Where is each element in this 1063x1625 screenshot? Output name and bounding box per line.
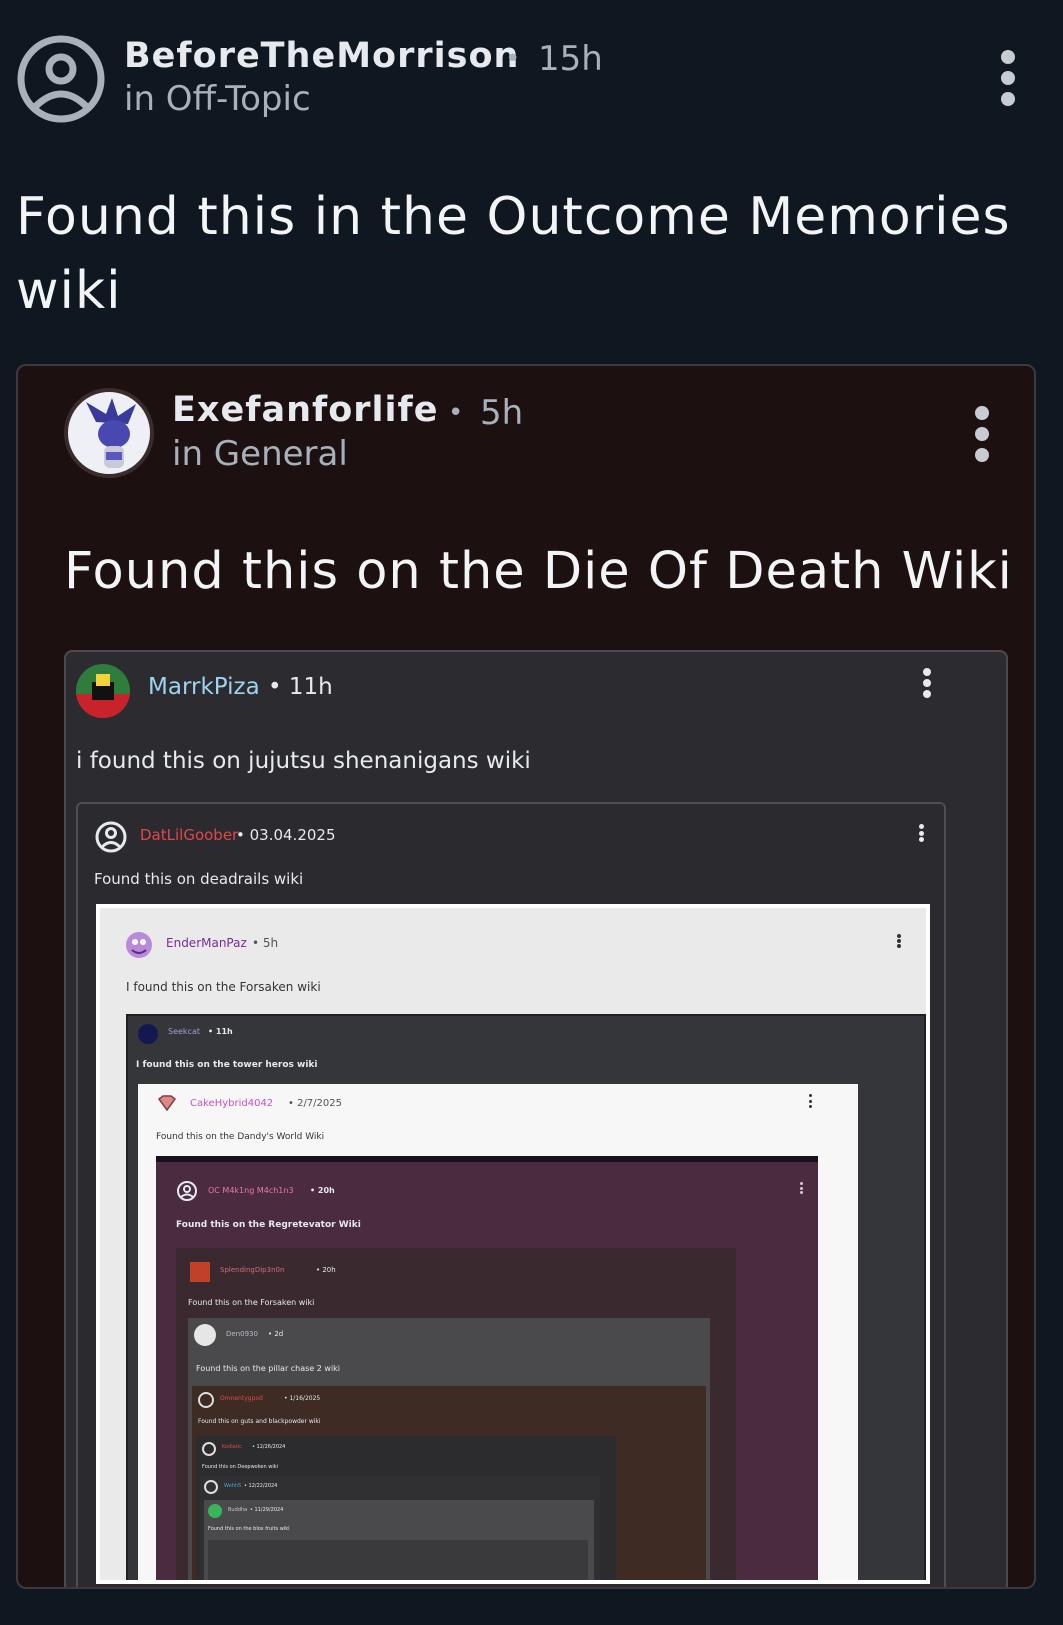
embed-meta: • 5h — [252, 936, 279, 950]
embed-meta: • 2/7/2025 — [288, 1098, 342, 1109]
nested-screenshot: Kodiatic • 12/26/2024 Found this on Deep… — [196, 1436, 616, 1580]
nested-screenshot: Seekcat • 11h I found this on the tower … — [126, 1014, 926, 1580]
embed-avatar — [64, 388, 154, 478]
roblox-avatar-icon — [76, 674, 130, 718]
embed-author: SplendingDip3n0n — [220, 1266, 285, 1274]
embed-community: in General — [172, 434, 348, 474]
post-title: Found this in the Outcome Memories wiki — [16, 187, 1011, 321]
more-vertical-icon — [896, 934, 901, 948]
embed-meta: • 2d — [268, 1330, 284, 1338]
embed-meta: • 11h — [208, 1027, 233, 1036]
embed-meta: • 11h — [268, 674, 333, 700]
embed-text: Found this on the blox fruits wiki — [208, 1526, 290, 1532]
post-community[interactable]: in Off-Topic — [124, 79, 311, 119]
embed-avatar — [190, 1262, 210, 1282]
more-vertical-icon — [800, 1182, 803, 1194]
embed-author: EnderManPaz — [166, 936, 247, 950]
embed-text: Found this on the pillar chase 2 wiki — [196, 1364, 341, 1373]
embed-author: Kodiatic — [222, 1444, 242, 1450]
nested-screenshot: Buddha • 11/29/2024 Found this on the bl… — [204, 1500, 594, 1580]
nested-screenshot: SplendingDip3n0n • 20h Found this on the… — [176, 1248, 736, 1580]
post-author[interactable]: BeforeTheMorrison — [124, 36, 519, 76]
embed-author: Omnentygpod — [220, 1395, 263, 1402]
nested-screenshot: OC M4k1ng M4ch1n3 • 20h Found this on th… — [156, 1156, 818, 1580]
page-bottom-edge — [0, 1593, 1063, 1625]
gem-icon — [157, 1095, 177, 1112]
embed-author: MarrkPiza — [148, 674, 260, 700]
embed-author: CakeHybrid4042 — [190, 1098, 274, 1109]
embed-author[interactable]: Exefanforlife — [172, 390, 438, 430]
embed-text: i found this on jujutsu shenanigans wiki — [76, 748, 531, 774]
nested-screenshot: MarrkPiza • 11h i found this on jujutsu … — [64, 650, 1008, 1587]
embed-text: Found this on the Forsaken wiki — [188, 1298, 315, 1307]
embed-text: Found this on the Dandy's World Wiki — [156, 1132, 325, 1142]
nested-screenshot: CakeHybrid4042 • 2/7/2025 Found this on … — [138, 1084, 858, 1580]
embed-text: Found this on Deepwoken wiki — [202, 1464, 279, 1470]
embed-author: Buddha — [228, 1507, 248, 1513]
more-vertical-icon — [972, 406, 992, 462]
embed-author: DatLilGoober — [140, 826, 239, 844]
user-circle-icon — [17, 35, 105, 123]
embed-text: I found this on the Forsaken wiki — [126, 980, 321, 994]
more-vertical-icon — [922, 668, 932, 698]
user-circle-icon — [177, 1181, 197, 1201]
nested-screenshot: Wehh5 • 12/22/2024 Buddha • 11/29/2024 F… — [200, 1476, 600, 1580]
embed-author: Seekcat — [168, 1027, 200, 1036]
embed-avatar — [138, 1024, 158, 1044]
embed-text: Found this on deadrails wiki — [94, 870, 304, 888]
embed-author: Den0930 — [226, 1330, 258, 1338]
embed-meta: • 1/16/2025 — [284, 1395, 321, 1402]
embed-meta: • 03.04.2025 — [236, 826, 336, 844]
embed-avatar — [208, 1504, 222, 1518]
post-age: 15h — [538, 39, 603, 79]
nested-screenshot — [208, 1540, 588, 1580]
character-avatar-icon — [86, 398, 136, 468]
embed-avatar — [204, 1480, 218, 1494]
nested-screenshot: EnderManPaz • 5h I found this on the For… — [96, 904, 930, 1584]
embed-meta: • 12/22/2024 — [244, 1483, 278, 1489]
embed-avatar — [198, 1392, 214, 1408]
more-vertical-icon[interactable] — [998, 50, 1018, 106]
nested-screenshot: DatLilGoober • 03.04.2025 Found this on … — [76, 802, 946, 1587]
embed-avatar — [76, 664, 130, 718]
embed-meta: • 20h — [316, 1266, 336, 1274]
embed-age: 5h — [480, 393, 524, 433]
embedded-screenshot[interactable]: Exefanforlife • 5h in General Found this… — [16, 364, 1036, 1589]
embed-text: I found this on the tower heros wiki — [136, 1060, 318, 1070]
embed-text: Found this on the Regretevator Wiki — [176, 1220, 361, 1230]
embed-title: Found this on the Die Of Death Wiki — [64, 542, 1013, 601]
embed-meta: • 12/26/2024 — [252, 1444, 286, 1450]
character-avatar-icon — [126, 932, 152, 958]
nested-screenshot: Den0930 • 2d Found this on the pillar ch… — [188, 1318, 710, 1580]
nested-screenshot: Omnentygpod • 1/16/2025 Found this on gu… — [192, 1386, 706, 1580]
more-vertical-icon — [808, 1094, 812, 1108]
embed-author: Wehh5 — [224, 1483, 242, 1489]
embed-author: OC M4k1ng M4ch1n3 — [208, 1186, 294, 1195]
embed-avatar — [202, 1442, 216, 1456]
post-avatar[interactable] — [16, 34, 106, 124]
embed-meta: • 11/29/2024 — [250, 1507, 284, 1513]
meta-separator: • — [505, 44, 521, 74]
embed-avatar — [194, 1324, 216, 1346]
embed-meta: • 20h — [310, 1186, 335, 1195]
meta-separator: • — [448, 398, 464, 428]
more-vertical-icon — [918, 824, 924, 842]
embed-text: Found this on guts and blackpowder wiki — [198, 1418, 321, 1425]
user-circle-icon — [95, 821, 127, 853]
